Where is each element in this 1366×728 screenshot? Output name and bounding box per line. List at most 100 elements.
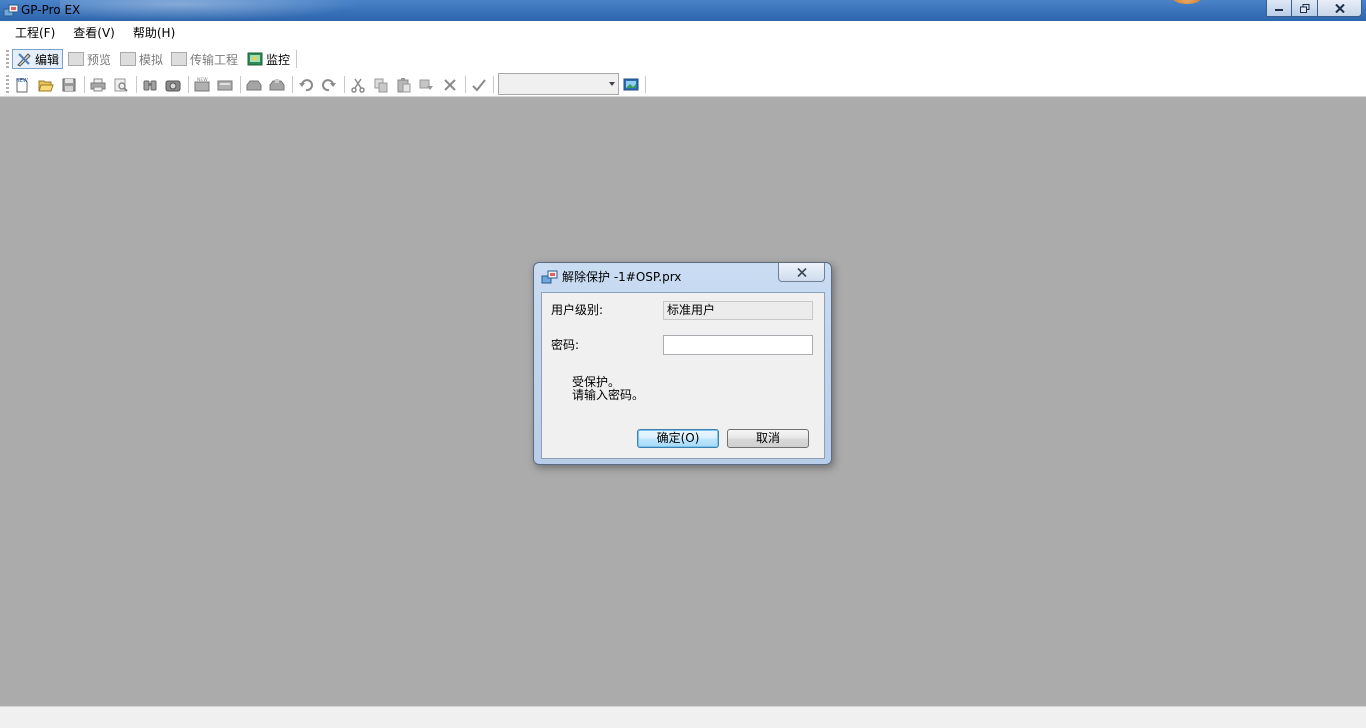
screen-image-button[interactable] <box>622 76 640 93</box>
camera-icon <box>165 80 181 91</box>
transfer-icon <box>171 52 187 66</box>
menu-bar: 工程(F) 查看(V) 帮助(H) <box>0 21 1366 46</box>
app-icon <box>3 4 19 17</box>
titlebar-decoration <box>1172 0 1202 4</box>
find-button[interactable] <box>141 76 159 93</box>
mode-transfer-button[interactable]: 传输工程 <box>168 49 241 69</box>
paste-button[interactable] <box>395 76 413 93</box>
screen-list-button[interactable] <box>216 76 234 93</box>
error-check-icon <box>472 78 486 91</box>
import-icon <box>246 80 262 90</box>
print-preview-button[interactable] <box>112 76 130 93</box>
toolbar-separator <box>465 76 466 93</box>
protection-message-line2: 请输入密码。 <box>572 388 645 402</box>
preview-icon <box>68 52 84 66</box>
mode-transfer-label: 传输工程 <box>190 52 239 67</box>
toolbar-separator <box>645 76 646 93</box>
user-level-field: 标准用户 <box>663 301 813 320</box>
screen-list-icon <box>217 80 233 90</box>
chevron-down-icon <box>609 82 615 86</box>
duplicate-button[interactable] <box>418 76 436 93</box>
open-icon <box>38 80 54 91</box>
find-icon <box>143 80 157 90</box>
mode-simulate-button[interactable]: 模拟 <box>117 49 166 69</box>
redo-icon <box>322 78 336 91</box>
export-icon <box>269 78 285 90</box>
monitor-icon <box>247 52 263 65</box>
delete-button[interactable] <box>441 76 459 93</box>
undo-button[interactable] <box>297 76 315 93</box>
menu-project[interactable]: 工程(F) <box>6 21 64 46</box>
toolbar-separator <box>296 50 297 68</box>
close-button[interactable] <box>1318 0 1362 17</box>
unprotect-dialog: 解除保护 -1#OSP.prx 用户级别: 标准用户 密码: 受保护。 请输入密… <box>533 262 832 465</box>
mode-simulate-label: 模拟 <box>139 52 164 67</box>
import-button[interactable] <box>245 76 263 93</box>
restore-button[interactable] <box>1292 0 1318 17</box>
svg-text:NEW: NEW <box>16 78 28 84</box>
cut-button[interactable] <box>349 76 367 93</box>
edit-mode-icon <box>17 53 31 67</box>
toolbar-separator <box>188 76 189 93</box>
dialog-title: 解除保护 -1#OSP.prx <box>562 270 682 284</box>
mode-monitor-button[interactable]: 监控 <box>244 49 293 69</box>
restore-icon <box>1299 3 1309 13</box>
export-button[interactable] <box>268 76 286 93</box>
print-icon <box>90 78 106 91</box>
mode-toolbar: 编辑 预览 模拟 传输工程 监控 <box>0 46 1366 72</box>
titlebar-sheen <box>60 0 360 21</box>
screen-combo[interactable] <box>498 73 619 95</box>
duplicate-icon <box>419 79 433 90</box>
close-icon <box>796 267 807 277</box>
window-titlebar: GP-Pro EX <box>0 0 1366 21</box>
svg-text:NEW: NEW <box>197 77 208 83</box>
mode-preview-button[interactable]: 预览 <box>65 49 114 69</box>
print-preview-icon <box>114 78 128 92</box>
toolbar-separator <box>84 76 85 93</box>
toolbar-separator <box>240 76 241 93</box>
toolbar-grip[interactable] <box>6 75 9 93</box>
save-icon <box>62 78 76 91</box>
simulate-icon <box>120 52 136 66</box>
mode-preview-label: 预览 <box>87 52 112 67</box>
password-input[interactable] <box>663 335 813 355</box>
toolbar-separator <box>136 76 137 93</box>
close-icon <box>1334 3 1345 13</box>
window-controls <box>1266 0 1362 18</box>
camera-button[interactable] <box>164 76 182 93</box>
minimize-button[interactable] <box>1266 0 1292 17</box>
redo-button[interactable] <box>320 76 338 93</box>
password-label: 密码: <box>551 338 580 352</box>
standard-toolbar: NEW NEW <box>0 72 1366 97</box>
copy-icon <box>374 78 388 92</box>
cut-icon <box>351 78 365 93</box>
save-button[interactable] <box>60 76 78 93</box>
toolbar-grip[interactable] <box>6 50 9 68</box>
user-level-label: 用户级别: <box>551 303 604 317</box>
open-button[interactable] <box>37 76 55 93</box>
delete-icon <box>444 78 456 91</box>
print-button[interactable] <box>89 76 107 93</box>
error-check-button[interactable] <box>470 76 488 93</box>
dialog-app-icon <box>541 270 558 284</box>
paste-icon <box>397 77 411 92</box>
menu-help[interactable]: 帮助(H) <box>124 21 184 46</box>
undo-icon <box>299 78 313 91</box>
menu-view[interactable]: 查看(V) <box>64 21 124 46</box>
screen-image-icon <box>623 78 639 90</box>
mode-edit-button[interactable]: 编辑 <box>12 49 64 69</box>
protection-message: 受保护。 请输入密码。 <box>572 376 644 402</box>
new-screen-button[interactable]: NEW <box>193 76 211 93</box>
mode-edit-label: 编辑 <box>35 52 60 67</box>
minimize-icon <box>1275 9 1283 11</box>
dialog-close-button[interactable] <box>778 263 825 282</box>
new-button[interactable]: NEW <box>13 76 31 93</box>
dialog-body: 用户级别: 标准用户 密码: 受保护。 请输入密码。 确定(O) 取消 <box>541 292 825 459</box>
copy-button[interactable] <box>372 76 390 93</box>
cancel-button[interactable]: 取消 <box>727 429 809 448</box>
new-screen-icon: NEW <box>194 77 210 91</box>
mode-monitor-label: 监控 <box>266 52 291 67</box>
ok-button[interactable]: 确定(O) <box>637 429 719 448</box>
toolbar-separator <box>344 76 345 93</box>
status-bar <box>0 706 1366 728</box>
